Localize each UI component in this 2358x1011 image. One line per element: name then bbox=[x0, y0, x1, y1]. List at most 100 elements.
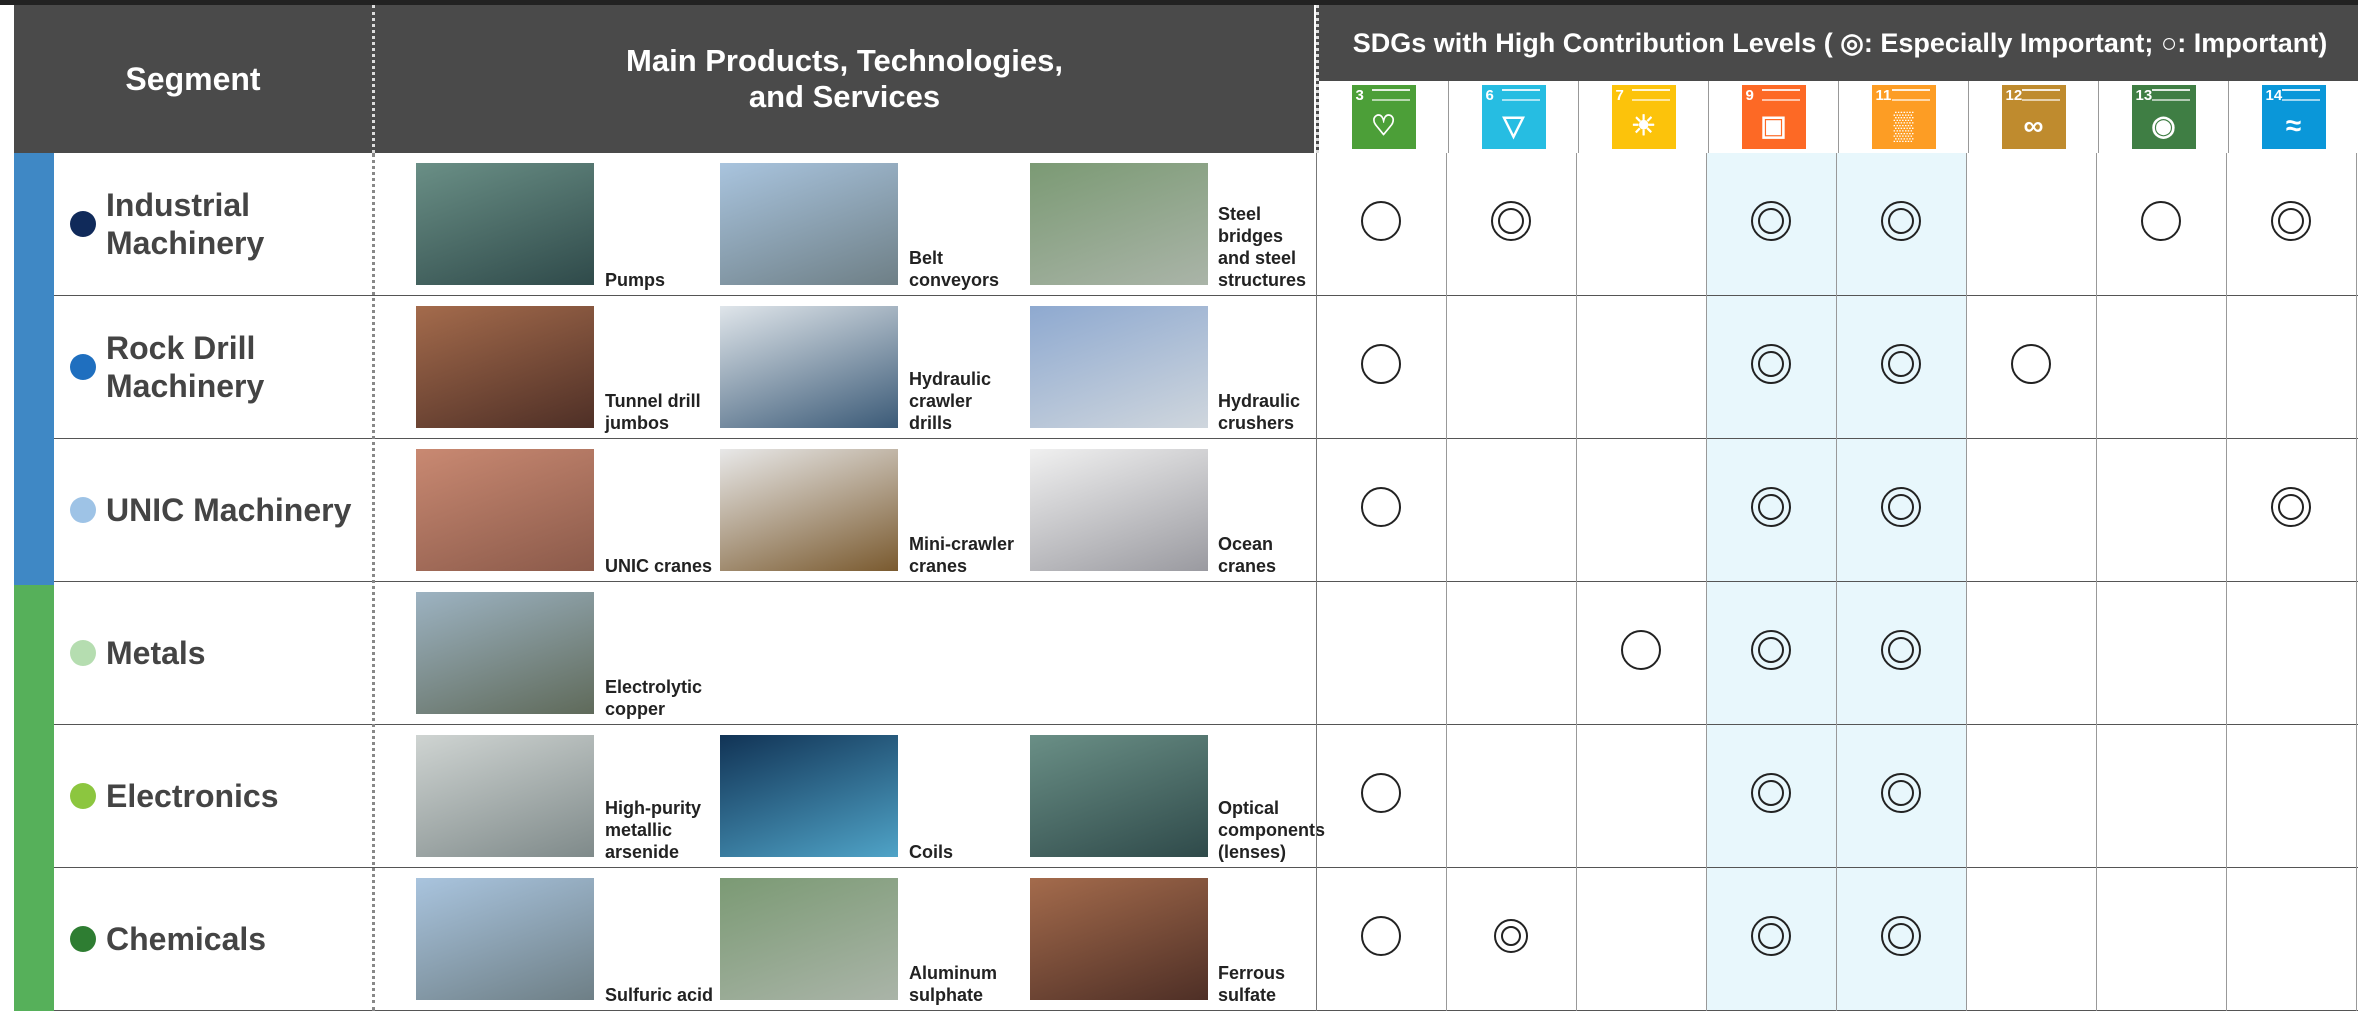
product-label: Tunnel drill jumbos bbox=[605, 391, 701, 433]
sdg-goal-caption-lines bbox=[2281, 89, 2320, 101]
especially-important-mark bbox=[1881, 772, 1921, 813]
sdg-goal-caption-lines bbox=[2021, 89, 2060, 101]
sdg-goal-glyph: ♡ bbox=[1370, 110, 1397, 141]
machinery-group-bar bbox=[14, 153, 54, 585]
segment-name: Chemicals bbox=[106, 921, 267, 957]
especially-important-mark bbox=[1491, 200, 1531, 241]
city-buildings-icon: 11 ▒ bbox=[1871, 85, 1936, 149]
products-header-line1: Main Products, Technologies, bbox=[626, 43, 1063, 78]
eye-climate-icon: 13 ◉ bbox=[2131, 85, 2196, 149]
segment-row: Electronics High-purity metallic arsenide… bbox=[54, 725, 2358, 868]
especially-important-mark bbox=[2271, 486, 2311, 527]
sdg-goal-glyph: ◉ bbox=[2151, 110, 2176, 141]
grid-line bbox=[1836, 153, 1837, 1011]
grid-line bbox=[2226, 153, 2227, 1011]
grid-line bbox=[2356, 153, 2357, 1011]
especially-important-mark bbox=[1751, 629, 1791, 670]
segment-dot-icon bbox=[70, 640, 96, 666]
product-label: Pumps bbox=[605, 270, 666, 290]
segment-cell: UNIC Machinery bbox=[54, 439, 372, 581]
especially-important-mark bbox=[1881, 629, 1921, 670]
sdg-column-header: SDGs with High Contribution Levels ( ◎: … bbox=[1316, 5, 2358, 153]
sdg-goal-caption-lines bbox=[2151, 89, 2190, 101]
sdg-header-cell: 11 ▒ bbox=[1839, 81, 1969, 153]
product-photo bbox=[720, 163, 898, 285]
grid-line bbox=[1446, 153, 1447, 1011]
especially-important-mark bbox=[1881, 200, 1921, 241]
industry-cubes-icon: 9 ▣ bbox=[1741, 85, 1806, 149]
product-label: Ocean cranes bbox=[1218, 534, 1277, 576]
especially-important-mark bbox=[1881, 343, 1921, 384]
segment-cell: Metals bbox=[54, 582, 372, 724]
product-label: Electrolytic copper bbox=[605, 677, 703, 719]
especially-important-mark bbox=[1751, 486, 1791, 527]
important-mark bbox=[1361, 343, 1401, 384]
important-mark bbox=[1361, 772, 1401, 813]
segment-cell: Rock Drill Machinery bbox=[54, 296, 372, 438]
sdg-goal-number: 3 bbox=[1355, 87, 1364, 104]
especially-important-mark bbox=[1751, 915, 1791, 956]
sdg-goal-number: 13 bbox=[2135, 87, 2153, 104]
sdg-goal-number: 11 bbox=[1875, 87, 1892, 104]
segment-dot-icon bbox=[70, 354, 96, 380]
infinity-icon: 12 ∞ bbox=[2001, 85, 2066, 149]
segment-name: Electronics bbox=[106, 778, 279, 814]
segment-row: Metals Electrolytic copper bbox=[54, 582, 2358, 725]
important-mark bbox=[1361, 200, 1401, 241]
product-photo bbox=[720, 735, 898, 857]
segment-row: UNIC Machinery UNIC cranes Mini-crawler cr… bbox=[54, 439, 2358, 582]
segment-cell: Chemicals bbox=[54, 868, 372, 1010]
product-label: Mini-crawler cranes bbox=[909, 534, 1015, 576]
grid-line bbox=[1576, 153, 1577, 1011]
health-pulse-icon: 3 ♡ bbox=[1351, 85, 1416, 149]
product-label: UNIC cranes bbox=[605, 556, 713, 576]
product-label: Steel bridges and steel structures bbox=[1218, 204, 1307, 290]
sdg-goal-number: 12 bbox=[2005, 87, 2023, 104]
sdg-goal-glyph: ▣ bbox=[1760, 110, 1787, 141]
especially-important-mark bbox=[1881, 486, 1921, 527]
product-label: High-purity metallic arsenide bbox=[605, 798, 701, 862]
segment-row: Chemicals Sulfuric acid Aluminum sulphate F… bbox=[54, 868, 2358, 1011]
product-label: Hydraulic crushers bbox=[1218, 391, 1301, 433]
segment-dot-icon bbox=[70, 497, 96, 523]
product-photo bbox=[1030, 878, 1208, 1000]
especially-important-mark bbox=[2271, 200, 2311, 241]
product-label: Coils bbox=[909, 842, 954, 862]
sdg-goal-glyph: ▽ bbox=[1502, 110, 1525, 141]
product-photo bbox=[416, 163, 594, 285]
segment-dot-icon bbox=[70, 783, 96, 809]
sdg-header-cell: 9 ▣ bbox=[1709, 81, 1839, 153]
sdg-header-cell: 12 ∞ bbox=[1969, 81, 2099, 153]
segment-dot-icon bbox=[70, 926, 96, 952]
segment-cell: Industrial Machinery bbox=[54, 153, 372, 295]
water-drop-icon: 6 ▽ bbox=[1481, 85, 1546, 149]
grid-line bbox=[1316, 153, 1317, 1011]
sdg-goal-caption-lines bbox=[1761, 89, 1800, 101]
product-photo bbox=[1030, 163, 1208, 285]
sdg-goal-caption-lines bbox=[1501, 89, 1540, 101]
sdg-header-cell: 7 ☀ bbox=[1579, 81, 1709, 153]
sdg-goal-glyph: ≈ bbox=[2285, 110, 2302, 141]
important-mark bbox=[1621, 629, 1661, 670]
sdg-goal-caption-lines bbox=[1371, 89, 1410, 101]
sdg-header-cell: 6 ▽ bbox=[1449, 81, 1579, 153]
product-label: Optical components (lenses) bbox=[1218, 798, 1326, 862]
sdg-goal-number: 14 bbox=[2265, 87, 2283, 104]
product-label: Aluminum sulphate bbox=[909, 963, 997, 1005]
important-mark bbox=[1361, 915, 1401, 956]
sun-energy-icon: 7 ☀ bbox=[1611, 85, 1676, 149]
product-photo bbox=[416, 878, 594, 1000]
especially-important-mark bbox=[1751, 343, 1791, 384]
important-mark bbox=[2011, 343, 2051, 384]
sdg-header-cell: 13 ◉ bbox=[2099, 81, 2229, 153]
segment-name: Industrial Machinery bbox=[106, 187, 265, 261]
segment-row: Industrial Machinery Pumps Belt conveyors S… bbox=[54, 153, 2358, 296]
segment-row: Rock Drill Machinery Tunnel drill jumbos H… bbox=[54, 296, 2358, 439]
especially-important-mark bbox=[1494, 918, 1528, 953]
sdg-goal-number: 9 bbox=[1745, 87, 1754, 104]
grid-line bbox=[2096, 153, 2097, 1011]
product-photo bbox=[416, 592, 594, 714]
product-photo bbox=[720, 449, 898, 571]
sdg-goal-glyph: ▒ bbox=[1893, 110, 1914, 141]
product-photo bbox=[720, 878, 898, 1000]
